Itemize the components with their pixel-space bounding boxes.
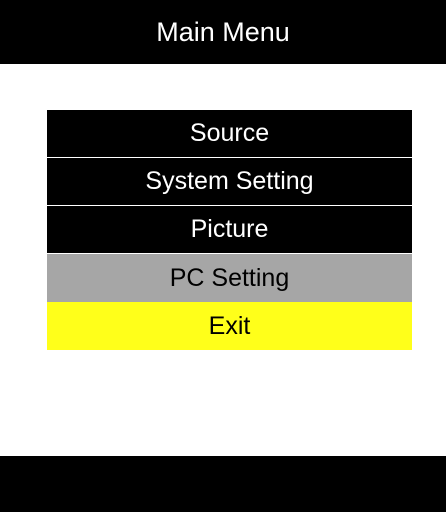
menu-item-pc-setting: PC Setting [47, 254, 412, 302]
menu-item-picture[interactable]: Picture [47, 206, 412, 254]
menu-item-label: Source [189, 119, 270, 147]
menu-item-label: System Setting [145, 167, 314, 195]
title-bar: Main Menu [0, 0, 446, 64]
menu-item-label: Exit [208, 311, 251, 340]
main-menu: Source System Setting Picture PC Setting… [47, 110, 412, 350]
menu-item-system-setting[interactable]: System Setting [47, 158, 412, 206]
menu-item-label: PC Setting [169, 263, 290, 292]
menu-item-exit[interactable]: Exit [47, 302, 412, 350]
menu-item-source[interactable]: Source [47, 110, 412, 158]
bottom-bar [0, 456, 446, 512]
menu-item-label: Picture [190, 215, 269, 243]
menu-title: Main Menu [156, 16, 290, 47]
